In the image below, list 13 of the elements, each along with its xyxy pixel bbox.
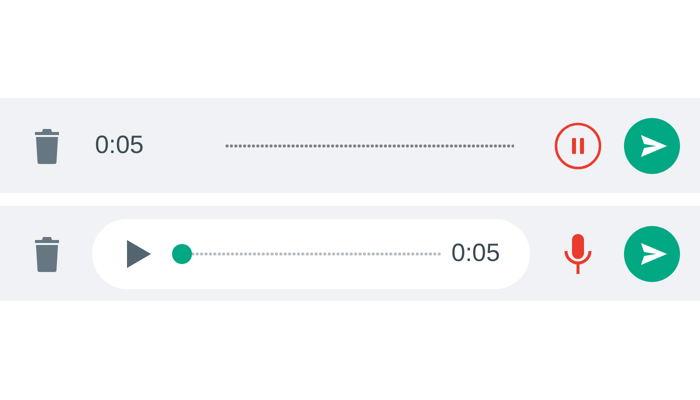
play-icon (126, 238, 152, 268)
recording-time: 0:05 (95, 131, 145, 160)
microphone-icon (564, 232, 592, 274)
play-button[interactable] (126, 238, 152, 268)
pause-icon (554, 122, 602, 170)
pause-button[interactable] (554, 122, 602, 170)
send-icon (640, 242, 668, 266)
duration-time: 0:05 (451, 239, 500, 268)
send-icon (640, 134, 668, 158)
microphone-button[interactable] (564, 232, 592, 274)
progress-thumb[interactable] (172, 244, 192, 264)
trash-icon (34, 128, 60, 164)
trash-icon (34, 236, 60, 272)
